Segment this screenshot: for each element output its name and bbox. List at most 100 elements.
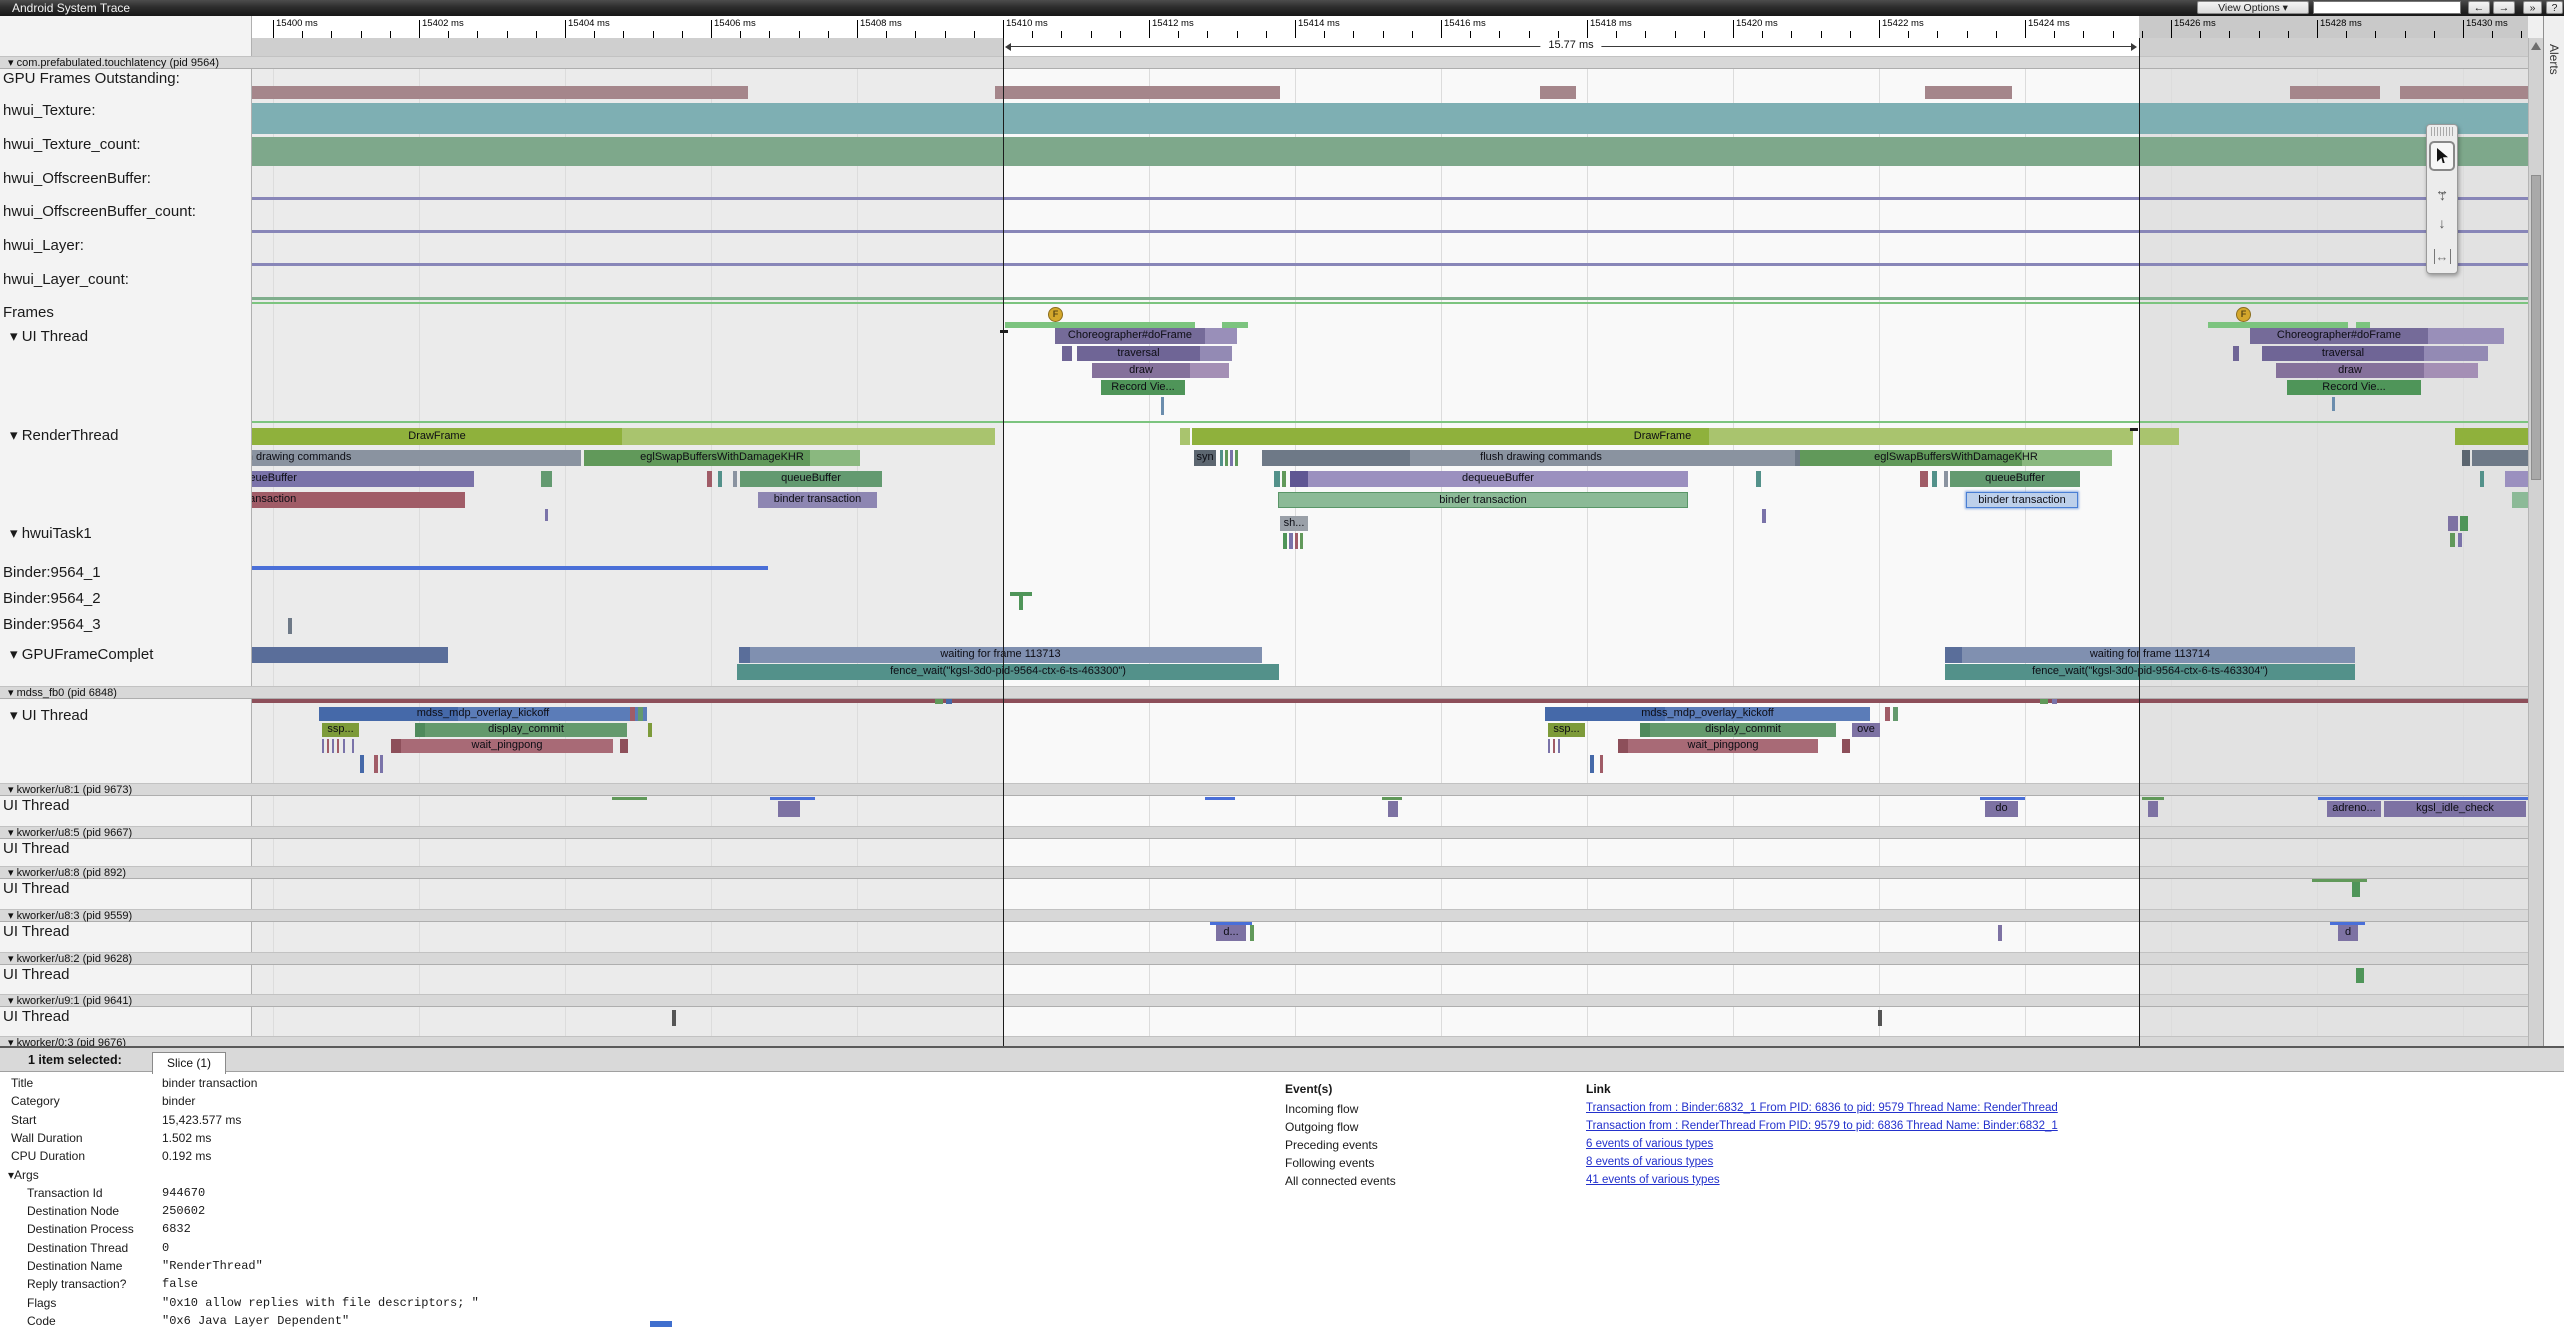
trace-slice[interactable]: do [1985,801,2018,817]
trace-slice[interactable]: waiting for frame 113714 [1945,647,2355,663]
bottom-scroll-indicator[interactable] [650,1321,672,1327]
event-link[interactable]: Transaction from : Binder:6832_1 From PI… [1586,1102,2058,1114]
trace-slice-fragment [1980,797,2025,800]
trace-slice[interactable]: d... [1216,925,1246,941]
trace-slice[interactable]: fence_wait("kgsl-3d0-pid-9564-ctx-6-ts-4… [737,664,1279,680]
event-link[interactable]: 6 events of various types [1586,1138,1713,1150]
vertical-scrollbar[interactable] [2528,38,2543,1046]
zoom-tool-button[interactable]: ↓ [2430,209,2454,237]
trace-slice[interactable]: mdss_mdp_overlay_kickoff [1545,707,1870,721]
trace-slice[interactable]: wait_pingpong [1628,739,1818,753]
trace-slice-fragment [252,103,2528,134]
process-header[interactable]: ▾ mdss_fb0 (pid 6848) [0,686,2528,699]
process-header[interactable]: ▾ kworker/u9:1 (pid 9641) [0,994,2528,1007]
trace-slice[interactable]: wait_pingpong [401,739,613,753]
trace-slice[interactable]: binder transaction [1278,492,1688,508]
trace-slice[interactable]: draw [2276,363,2424,378]
sidebar-track-label: hwui_Texture: [3,102,96,119]
trace-slice-fragment [2505,471,2528,487]
trace-slice[interactable]: mdss_mdp_overlay_kickoff [319,707,647,721]
sidebar-thread-toggle[interactable]: ▾ UI Thread [10,327,88,345]
help-button[interactable]: ? [2546,1,2563,14]
timing-tool-button[interactable]: ↔ [2430,242,2454,270]
trace-slice[interactable]: Choreographer#doFrame [2250,328,2428,344]
trace-slice[interactable]: dequeueBuffer [1308,471,1688,487]
trace-slice[interactable]: ssp... [1548,723,1585,737]
event-flow-label: Preceding events [1285,1138,1378,1152]
sidebar-thread-toggle[interactable]: ▾ hwuiTask1 [10,524,92,542]
nav-back-button[interactable]: ← [2468,1,2490,14]
trace-slice[interactable]: syn [1194,450,1216,466]
sidebar-thread-toggle[interactable]: ▾ UI Thread [10,706,88,724]
trace-slice[interactable]: sh... [1280,516,1308,531]
event-link[interactable]: 41 events of various types [1586,1174,1720,1186]
trace-slice[interactable]: adreno... [2327,801,2381,817]
trace-slice[interactable]: DrawFrame [252,428,622,445]
trace-slice[interactable]: Record Vie... [1101,380,1185,395]
trace-slice-fragment [2148,801,2158,817]
event-flow-label: All connected events [1285,1174,1396,1188]
alerts-tab[interactable]: Alerts [2543,16,2564,1046]
event-row: Outgoing flowTransaction from : RenderTh… [1285,1120,1358,1134]
frame-marker[interactable]: F [1048,307,1063,322]
process-header[interactable]: ▾ kworker/u8:3 (pid 9559) [0,909,2528,922]
event-link[interactable]: 8 events of various types [1586,1156,1713,1168]
trace-slice-fragment [252,699,2528,703]
trace-slice[interactable]: queueBuffer [252,471,474,487]
trace-slice-fragment [1382,797,1402,800]
detail-row: ▾Args [8,1168,39,1182]
process-header[interactable]: ▾ com.prefabulated.touchlatency (pid 956… [0,56,2528,69]
palette-drag-handle[interactable] [2431,127,2453,136]
view-options-button[interactable]: View Options ▾ [2197,1,2309,14]
frame-marker[interactable]: F [2236,307,2251,322]
measurement-line[interactable] [1003,38,1004,1046]
trace-slice[interactable]: Record Vie... [2287,380,2421,395]
trace-slice[interactable]: flush drawing commands [252,450,581,466]
trace-slice[interactable]: binder transaction [252,492,465,508]
trace-slice[interactable]: queueBuffer [740,471,882,487]
search-input[interactable] [2313,1,2461,14]
process-header[interactable]: ▾ kworker/u8:1 (pid 9673) [0,783,2528,796]
trace-slice[interactable]: Choreographer#doFrame [1055,328,1205,344]
scroll-up-arrow-icon[interactable] [2531,42,2541,50]
process-header[interactable]: ▾ kworker/u8:2 (pid 9628) [0,952,2528,965]
trace-slice[interactable]: traversal [2262,346,2424,361]
trace-slice[interactable]: ove [1852,723,1880,737]
trace-slice[interactable]: kgsl_idle_check [2384,801,2526,817]
process-header[interactable]: ▾ kworker/u8:5 (pid 9667) [0,826,2528,839]
measurement-line[interactable] [2139,38,2140,1046]
nav-forward-button[interactable]: → [2493,1,2515,14]
trace-slice-fragment [343,739,345,753]
trace-slice[interactable]: ssp... [322,723,359,737]
trace-slice-fragment [672,1010,676,1026]
pan-tool-button[interactable]: ↔↕ [2430,176,2454,204]
trace-slice[interactable]: d [2338,925,2358,941]
detail-row: Reply transaction?false [27,1277,126,1291]
process-header[interactable]: ▾ kworker/u8:8 (pid 892) [0,866,2528,879]
trace-slice[interactable]: queueBuffer [1950,471,2080,487]
slice-tab[interactable]: Slice (1) [152,1052,226,1074]
trace-slice-fragment [1600,755,1603,773]
trace-slice[interactable]: display_commit [1650,723,1836,737]
trace-slice[interactable]: binder transaction [758,492,877,508]
trace-slice-fragment [810,450,860,466]
event-link[interactable]: Transaction from : RenderThread From PID… [1586,1120,2058,1132]
nav-more-button[interactable]: » [2523,1,2542,14]
trace-slice-fragment [252,566,768,570]
ruler-tick-label: 15430 ms [2466,18,2508,29]
trace-slice[interactable]: draw [1092,363,1190,378]
scrollbar-thumb[interactable] [2531,175,2541,480]
trace-slice[interactable]: eglSwapBuffersWithDamageKHR [1800,450,2112,466]
select-tool-button[interactable] [2429,141,2455,171]
trace-slice[interactable]: waiting for frame 113713 [739,647,1262,663]
trace-slice[interactable]: fence_wait("kgsl-3d0-pid-9564-ctx-6-ts-4… [1945,664,2355,680]
sidebar-thread-toggle[interactable]: ▾ RenderThread [10,426,118,444]
detail-label[interactable]: ▾Args [8,1168,39,1182]
trace-slice[interactable]: DrawFrame [1192,428,2133,445]
trace-slice[interactable]: flush drawing commands [1262,450,1820,466]
sidebar-thread-toggle[interactable]: ▾ GPUFrameComplet [10,645,153,663]
trace-tracks-area[interactable]: Choreographer#doFrame traversal draw Record… [252,56,2528,1046]
trace-slice[interactable]: display_commit [425,723,627,737]
selected-trace-slice[interactable]: binder transaction [1966,492,2078,508]
trace-slice[interactable]: traversal [1077,346,1200,361]
